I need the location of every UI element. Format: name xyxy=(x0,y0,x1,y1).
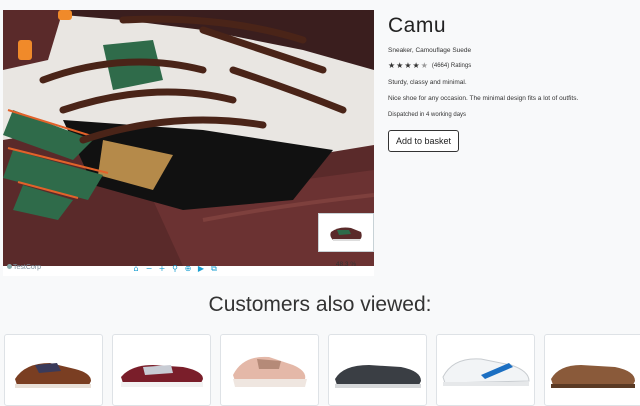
home-icon[interactable]: ⌂ xyxy=(131,264,141,274)
product-card-pink-chunky-sneaker[interactable] xyxy=(220,334,319,406)
product-card-burgundy-sneaker[interactable] xyxy=(112,334,211,406)
product-card-brown-lace-up-shoe[interactable] xyxy=(4,334,103,406)
product-info: Camu Sneaker, Camouflage Suede ★ ★ ★ ★ ★… xyxy=(388,14,628,152)
product-subtitle: Sneaker, Camouflage Suede xyxy=(388,47,472,54)
zoom-out-icon[interactable]: − xyxy=(144,264,154,274)
star-icon: ★ xyxy=(404,61,412,70)
half-star-icon: ★ xyxy=(420,61,428,70)
product-thumbnail xyxy=(15,363,91,388)
star-icon: ★ xyxy=(388,61,396,70)
product-title: Camu xyxy=(388,14,447,37)
product-card-tan-loafer[interactable] xyxy=(544,334,640,406)
zoom-level: 48.3 % xyxy=(335,261,357,268)
product-image-viewer[interactable]: 48.3 % TestCorp ⌂ − + ⚲ ⊕ ▶ ⧉ xyxy=(3,10,374,276)
star-icon: ★ xyxy=(396,61,404,70)
product-thumbnail xyxy=(335,365,421,388)
zoom-in-icon[interactable]: + xyxy=(157,264,167,274)
viewer-logo: TestCorp xyxy=(7,264,41,271)
logo-icon xyxy=(7,264,12,269)
navigator-thumbnail[interactable] xyxy=(318,213,374,252)
product-description-long: Nice shoe for any occasion. The minimal … xyxy=(388,95,579,102)
fullscreen-icon[interactable]: ⧉ xyxy=(209,264,219,274)
recenter-icon[interactable]: ⊕ xyxy=(183,264,193,274)
logo-text: TestCorp xyxy=(13,264,42,271)
product-card-white-blue-sneaker[interactable] xyxy=(436,334,535,406)
product-description-short: Sturdy, classy and minimal. xyxy=(388,79,467,86)
product-thumbnail xyxy=(442,358,530,386)
thumbnail-shoe-image xyxy=(319,214,373,251)
product-card-grey-slip-on-shoe[interactable] xyxy=(328,334,427,406)
star-icon: ★ xyxy=(412,61,420,70)
also-viewed-heading: Customers also viewed: xyxy=(208,293,432,316)
dispatch-info: Dispatched in 4 working days xyxy=(388,112,467,118)
viewer-toolbar: ⌂ − + ⚲ ⊕ ▶ ⧉ xyxy=(131,264,219,274)
product-thumbnail xyxy=(233,356,307,387)
product-thumbnail xyxy=(551,365,635,388)
add-to-basket-button[interactable]: Add to basket xyxy=(388,130,460,152)
rating-count: (4664) Ratings xyxy=(431,63,472,69)
rating: ★ ★ ★ ★ ★ (4664) Ratings xyxy=(388,62,628,70)
also-viewed-list xyxy=(4,334,640,406)
play-icon[interactable]: ▶ xyxy=(196,264,206,274)
product-thumbnail xyxy=(121,365,203,387)
magnifier-icon[interactable]: ⚲ xyxy=(170,264,180,274)
